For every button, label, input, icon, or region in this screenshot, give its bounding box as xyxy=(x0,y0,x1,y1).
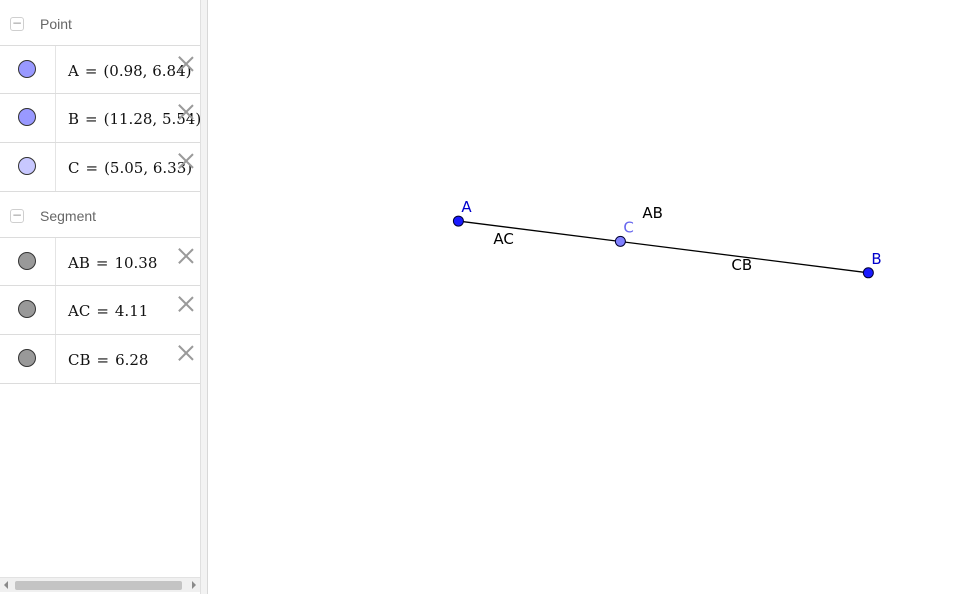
equals-sign: = xyxy=(95,254,109,272)
equals-sign: = xyxy=(84,62,98,80)
algebra-row-point-a[interactable]: A = (0.98, 6.84) xyxy=(0,45,200,94)
algebra-row-text[interactable]: A = (0.98, 6.84) xyxy=(68,62,191,80)
algebra-row-text[interactable]: AB = 10.38 xyxy=(68,254,157,272)
visibility-toggle-icon[interactable] xyxy=(18,349,36,367)
segment-label-cb[interactable]: CB xyxy=(731,256,752,274)
delete-icon[interactable] xyxy=(176,54,196,74)
graphics-canvas[interactable]: ABACCB ABC xyxy=(208,0,977,594)
delete-icon[interactable] xyxy=(176,151,196,171)
marble-cell xyxy=(0,94,56,142)
delete-icon[interactable] xyxy=(176,246,196,266)
algebra-row-text[interactable]: C = (5.05, 6.33) xyxy=(68,159,192,177)
algebra-row-segment-ac[interactable]: AC = 4.11 xyxy=(0,286,200,335)
visibility-toggle-icon[interactable] xyxy=(18,60,36,78)
algebra-row-segment-ab[interactable]: AB = 10.38 xyxy=(0,237,200,286)
object-value: 6.28 xyxy=(115,351,149,369)
marble-cell xyxy=(0,286,56,334)
point-label-a[interactable]: A xyxy=(461,198,472,216)
object-name: AB xyxy=(68,254,90,272)
collapse-segment-icon[interactable]: − xyxy=(10,209,24,223)
scroll-right-icon[interactable] xyxy=(192,581,196,589)
object-name: C xyxy=(68,159,80,177)
group-label-segment: Segment xyxy=(40,208,97,224)
equals-sign: = xyxy=(96,351,110,369)
delete-icon[interactable] xyxy=(176,102,196,122)
algebra-row-point-b[interactable]: B = (11.28, 5.54) xyxy=(0,94,200,143)
scroll-left-icon[interactable] xyxy=(4,581,8,589)
marble-cell xyxy=(0,46,56,93)
object-name: AC xyxy=(68,302,91,320)
object-name: A xyxy=(68,62,79,80)
point-c[interactable] xyxy=(614,235,626,247)
segment-ab[interactable] xyxy=(458,220,869,274)
group-label-point: Point xyxy=(40,16,72,32)
algebra-row-segment-cb[interactable]: CB = 6.28 xyxy=(0,335,200,384)
segment-label-ac[interactable]: AC xyxy=(493,230,513,248)
collapse-point-icon[interactable]: − xyxy=(10,17,24,31)
algebra-row-text[interactable]: AC = 4.11 xyxy=(68,302,148,320)
object-name: B xyxy=(68,110,80,128)
marble-cell xyxy=(0,238,56,285)
point-label-c[interactable]: C xyxy=(623,218,633,236)
point-a[interactable] xyxy=(452,215,464,227)
visibility-toggle-icon[interactable] xyxy=(18,108,36,126)
group-header-point[interactable]: − Point xyxy=(0,0,200,48)
marble-cell xyxy=(0,143,56,191)
graphics-view[interactable]: AB AC CB ABC xyxy=(208,0,977,594)
marble-cell xyxy=(0,335,56,383)
segment-label-ab[interactable]: AB xyxy=(642,204,663,222)
view-splitter[interactable] xyxy=(200,0,208,594)
object-name: CB xyxy=(68,351,91,369)
algebra-row-point-c[interactable]: C = (5.05, 6.33) xyxy=(0,143,200,192)
equals-sign: = xyxy=(85,159,99,177)
algebra-row-text[interactable]: CB = 6.28 xyxy=(68,351,148,369)
point-label-b[interactable]: B xyxy=(871,250,881,268)
visibility-toggle-icon[interactable] xyxy=(18,157,36,175)
equals-sign: = xyxy=(96,302,109,320)
algebra-view: − Point A = (0.98, 6.84) B = (11.28, 5.54) C… xyxy=(0,0,200,594)
object-value: 4.11 xyxy=(114,302,149,320)
group-header-segment[interactable]: − Segment xyxy=(0,192,200,240)
equals-sign: = xyxy=(85,110,98,128)
point-b[interactable] xyxy=(862,267,874,279)
delete-icon[interactable] xyxy=(176,294,196,314)
horizontal-scrollbar[interactable] xyxy=(0,577,200,592)
visibility-toggle-icon[interactable] xyxy=(18,252,36,270)
delete-icon[interactable] xyxy=(176,343,196,363)
scrollbar-thumb[interactable] xyxy=(15,581,182,590)
object-value: 10.38 xyxy=(114,254,158,272)
visibility-toggle-icon[interactable] xyxy=(18,300,36,318)
